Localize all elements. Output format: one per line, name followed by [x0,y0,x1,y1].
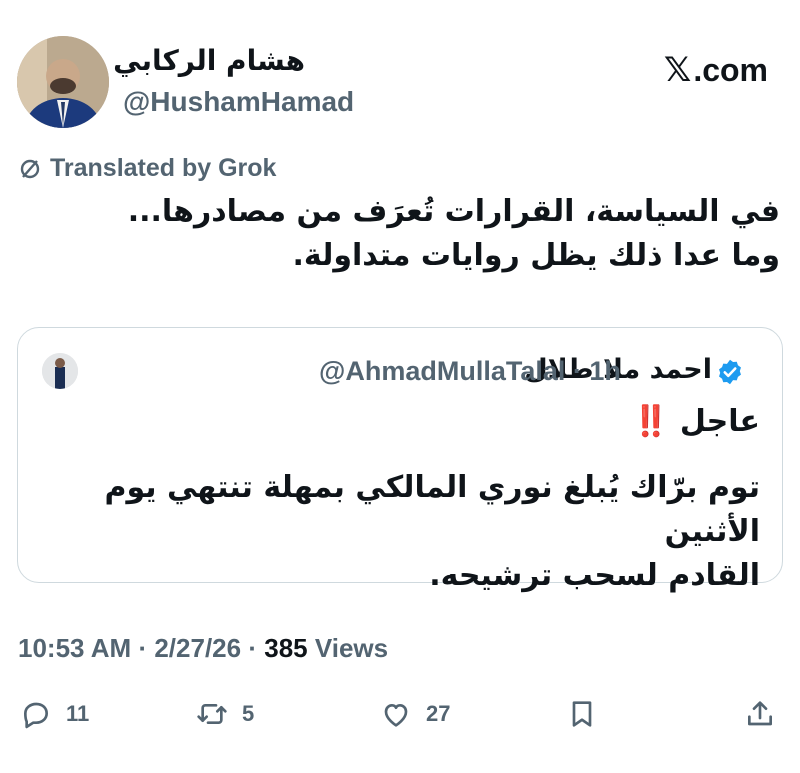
tweet-text-line-2: وما عدا ذلك يظل روايات متداولة. [292,238,781,273]
author-handle[interactable]: @HushamHamad [123,86,354,118]
translate-icon [20,159,40,178]
share-button[interactable] [744,698,776,730]
reply-button[interactable]: 11 [20,698,89,730]
translated-label: Translated by Grok [50,154,277,182]
x-com-watermark: 𝕏 .com [664,50,768,90]
author-avatar[interactable] [17,36,109,128]
verified-icon [719,359,741,385]
quoted-handle[interactable]: @AhmadMullaTalal [319,356,565,386]
meta-separator: · [248,633,257,663]
tweet-text: في السياسة، القرارات تُعرَف من مصادرها..… [20,190,780,278]
tweet-date[interactable]: 2/27/26 [154,633,241,663]
meta-separator: · [138,633,148,663]
bookmark-icon [572,701,592,727]
quoted-body: عاجل ‼️ توم برّاك يُبلغ نوري المالكي بمه… [40,400,760,598]
like-icon [384,704,408,727]
views-count: 385 [264,633,308,663]
repost-count: 5 [242,701,255,726]
quoted-text-line-2: القادم لسحب ترشيحه. [429,558,760,593]
repost-button[interactable]: 5 [196,698,254,730]
views-label: Views [314,633,389,663]
quoted-urgent-line: عاجل ‼️ [40,400,760,444]
urgent-label: عاجل [679,404,760,439]
brand-domain: .com [693,51,768,88]
bookmark-button[interactable] [566,698,598,730]
tweet-time[interactable]: 10:53 AM [18,633,131,663]
double-exclamation-icon: ‼️ [632,404,670,439]
like-count: 27 [426,701,451,726]
translated-by-grok[interactable]: Translated by Grok [18,154,276,183]
quoted-author-avatar[interactable] [42,353,78,389]
quoted-age[interactable]: 1h [589,356,621,386]
share-icon [748,701,772,726]
x-logo-icon: 𝕏 [663,51,692,89]
tweet-meta: 10:53 AM · 2/27/26 · 385 Views [18,633,388,664]
like-button[interactable]: 27 [380,698,450,730]
tweet-text-line-1: في السياسة، القرارات تُعرَف من مصادرها..… [127,194,780,229]
author-display-name[interactable]: هشام الركابي [113,44,305,77]
meta-separator: · [572,356,582,386]
quoted-meta: @AhmadMullaTalal · 1h [319,356,621,387]
quoted-text-line-1: توم برّاك يُبلغ نوري المالكي بمهلة تنتهي… [104,470,760,549]
reply-count: 11 [66,701,90,726]
reply-icon [24,702,48,729]
repost-icon [197,704,227,724]
